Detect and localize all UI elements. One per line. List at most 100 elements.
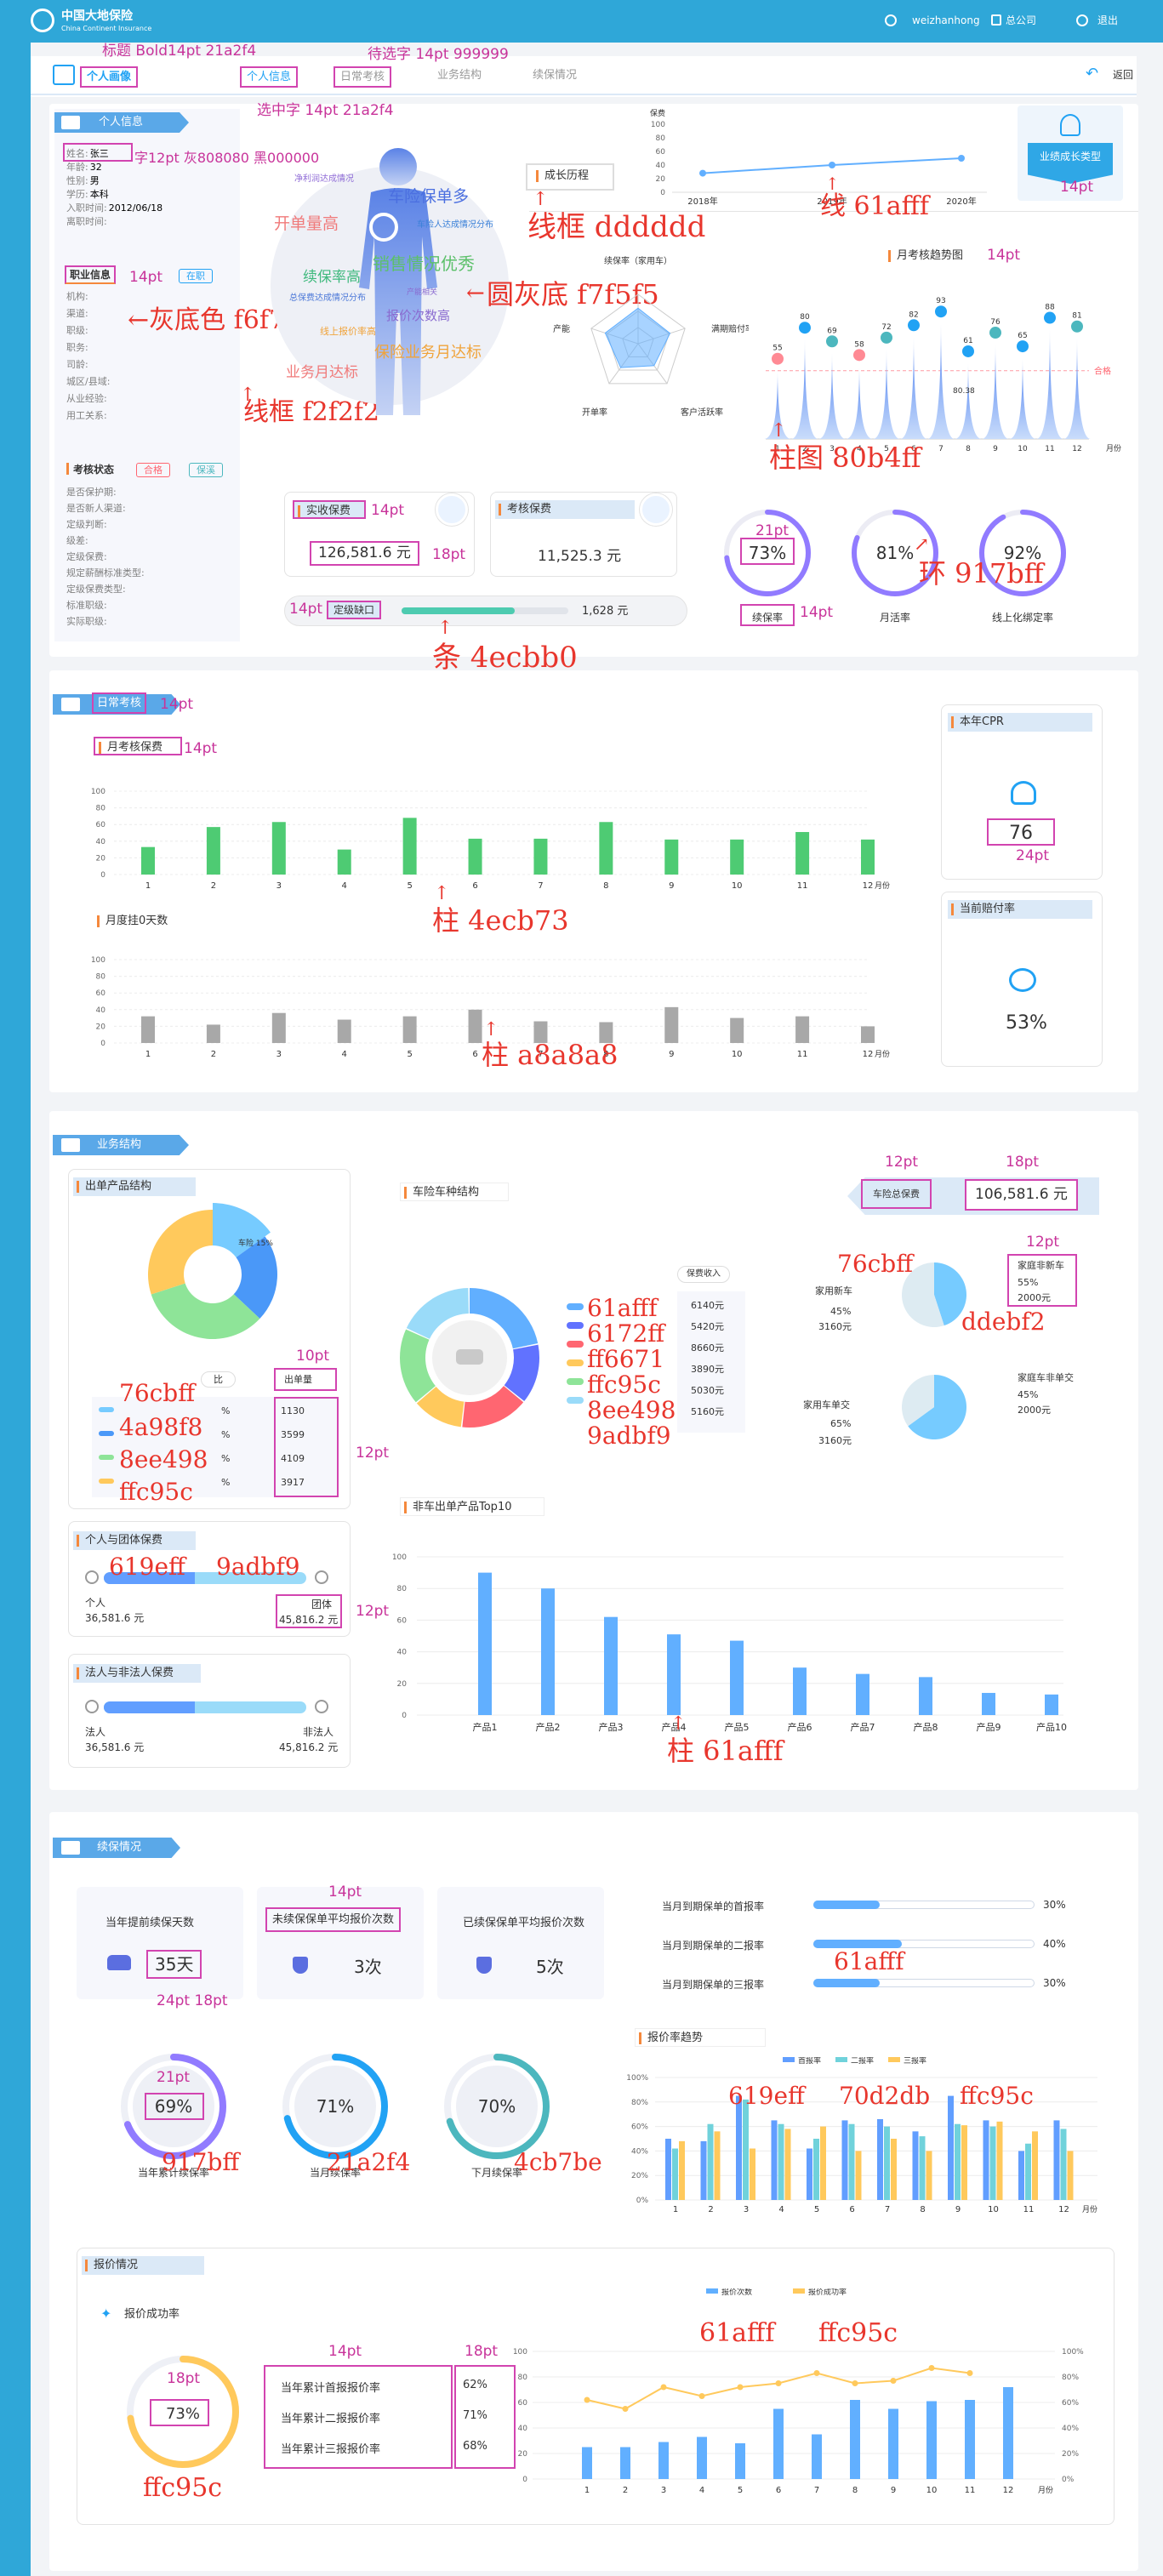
loss-title: 当前赔付率 xyxy=(948,900,1092,919)
monthly-trend-chart: 合格55180269358472582693761876965108811811… xyxy=(764,297,1121,453)
top10-bar xyxy=(793,1667,807,1715)
new-car-pie xyxy=(902,1262,966,1327)
xlabel: 月份 xyxy=(875,881,890,891)
xtick: 5 xyxy=(407,881,412,891)
ring1-value-box xyxy=(740,538,795,565)
trend-bar xyxy=(778,2123,784,2200)
assess-field-label: 是否保护期: xyxy=(66,487,117,498)
trend-xtick: 9 xyxy=(993,445,998,453)
trend-bar xyxy=(1053,2120,1060,2200)
new-car-amt: 3160元 xyxy=(818,1321,852,1332)
combo-ytick-right: 20% xyxy=(1062,2450,1079,2459)
trend-bar xyxy=(665,2139,671,2200)
renew-card-days xyxy=(77,1887,243,1999)
bar xyxy=(468,838,482,875)
combo-bar xyxy=(812,2434,822,2479)
quote-row: 当年累计首报报价率 62% xyxy=(281,2379,510,2396)
username[interactable]: weizhanhong xyxy=(912,15,980,26)
trend-xtick: 5 xyxy=(814,2205,819,2214)
anno-cffc95c3: ffc95c xyxy=(960,2082,1034,2110)
combo-xtick: 10 xyxy=(926,2486,938,2495)
profile-field-value: 本科 xyxy=(89,189,109,200)
profile-field-value: 2012/06/18 xyxy=(108,202,163,214)
non-legal-icon xyxy=(315,1700,328,1713)
business-icon xyxy=(61,1138,80,1152)
combo-legend-swatch xyxy=(793,2288,805,2294)
back-link[interactable]: 返回 xyxy=(1113,70,1133,80)
history-ylabel: 保费 xyxy=(650,108,665,118)
bar xyxy=(861,839,875,875)
legal-title: 法人与非法人保费 xyxy=(73,1664,201,1683)
trend-bar xyxy=(813,2139,819,2200)
combo-ytick-right: 60% xyxy=(1062,2399,1079,2408)
trend-bar xyxy=(736,2095,742,2200)
portrait-logo-icon xyxy=(369,213,398,242)
combo-ytick-left: 100 xyxy=(513,2348,527,2357)
trend-legend-label: 三报率 xyxy=(904,2057,926,2066)
xtick: 10 xyxy=(732,881,743,891)
history-point xyxy=(958,155,965,162)
top10-xtick: 产品2 xyxy=(536,1721,561,1733)
anno-product-12pt: 12pt xyxy=(356,1445,390,1462)
combo-xtick: 8 xyxy=(852,2486,858,2495)
anno-bar-gray: 柱 a8a8a8 xyxy=(482,1039,619,1071)
ytick: 20 xyxy=(96,1023,106,1031)
anno-strip: 条 4ecbb0 xyxy=(432,641,578,675)
trend-bar xyxy=(1067,2151,1074,2200)
xtick: 2 xyxy=(211,881,216,891)
anno-c619eff: 619eff xyxy=(109,1553,185,1581)
history-title: 成长历程 xyxy=(533,167,589,185)
combo-xlabel: 月份 xyxy=(1038,2485,1053,2495)
trend-xtick: 12 xyxy=(1072,445,1081,453)
history-xtick: 2018年 xyxy=(687,196,717,207)
kpi-ring-label: 月活率 xyxy=(880,611,910,624)
logout-link[interactable]: 退出 xyxy=(1097,15,1118,26)
trend-xtick: 7 xyxy=(938,445,944,453)
shield-check-icon xyxy=(476,1957,492,1974)
renew-card-unrenewed-value: 3次 xyxy=(354,1957,382,1977)
vehicle-legend-swatch xyxy=(567,1303,584,1310)
tab-renewal[interactable]: 续保情况 xyxy=(533,70,577,81)
anno-gap-14pt: 14pt xyxy=(289,601,323,618)
tab-portrait[interactable]: 个人画像 xyxy=(80,66,139,88)
gap-fill xyxy=(402,607,516,614)
anno-strip-arrow: ↑ xyxy=(437,618,453,639)
renew-card-renewed-label: 已续保保单平均报价次数 xyxy=(463,1917,585,1929)
vehicle-legend-swatch xyxy=(567,1341,584,1348)
cpr-icon xyxy=(1011,781,1036,805)
trend-legend-swatch xyxy=(888,2057,900,2062)
tab-personal[interactable]: 个人信息 xyxy=(240,66,299,88)
brand-logo xyxy=(31,9,54,32)
quote-row-label: 当年累计二报报价率 xyxy=(281,2413,381,2425)
portrait-tag-sales: 销售情况优秀 xyxy=(373,254,475,274)
trend-bar xyxy=(1025,2143,1031,2200)
company-icon xyxy=(991,14,1001,26)
radar-label: 满期赔付率 xyxy=(711,323,749,334)
legal-icon xyxy=(85,1700,99,1713)
vehicle-legend-swatch xyxy=(567,1359,584,1366)
tab-business[interactable]: 业务结构 xyxy=(437,70,482,81)
trend-value: 69 xyxy=(827,327,837,335)
top10-ytick: 80 xyxy=(397,1585,408,1593)
anno-title: 标题 Bold14pt 21a2f4 xyxy=(102,43,257,60)
product-col-left: 比 xyxy=(201,1371,236,1388)
job-field-label: 职级: xyxy=(66,325,88,336)
combo-xtick: 2 xyxy=(623,2486,628,2495)
top10-ytick: 40 xyxy=(397,1649,408,1657)
assess-field-label: 标准职级: xyxy=(66,600,107,611)
new-car-right-title: 家庭非新车 xyxy=(1018,1260,1064,1271)
back-icon[interactable]: ↶ xyxy=(1086,66,1098,82)
combo-point xyxy=(890,2378,897,2384)
quote-trend-title: 报价率趋势 xyxy=(635,2028,766,2047)
trend-marker xyxy=(962,345,974,357)
power-icon[interactable] xyxy=(1076,14,1088,26)
tab-daily[interactable]: 日常考核 xyxy=(334,66,392,88)
trend-marker xyxy=(853,349,865,362)
anno-bar-green-arrow: ↑ xyxy=(434,883,450,904)
radar-label: 开单率 xyxy=(582,407,607,418)
anno-qrows-14pt: 14pt xyxy=(328,2343,362,2360)
vehicle-donut-chart xyxy=(400,1288,539,1428)
trend-legend-swatch xyxy=(783,2057,795,2062)
xtick: 3 xyxy=(276,881,282,891)
shield-icon xyxy=(293,1957,308,1974)
